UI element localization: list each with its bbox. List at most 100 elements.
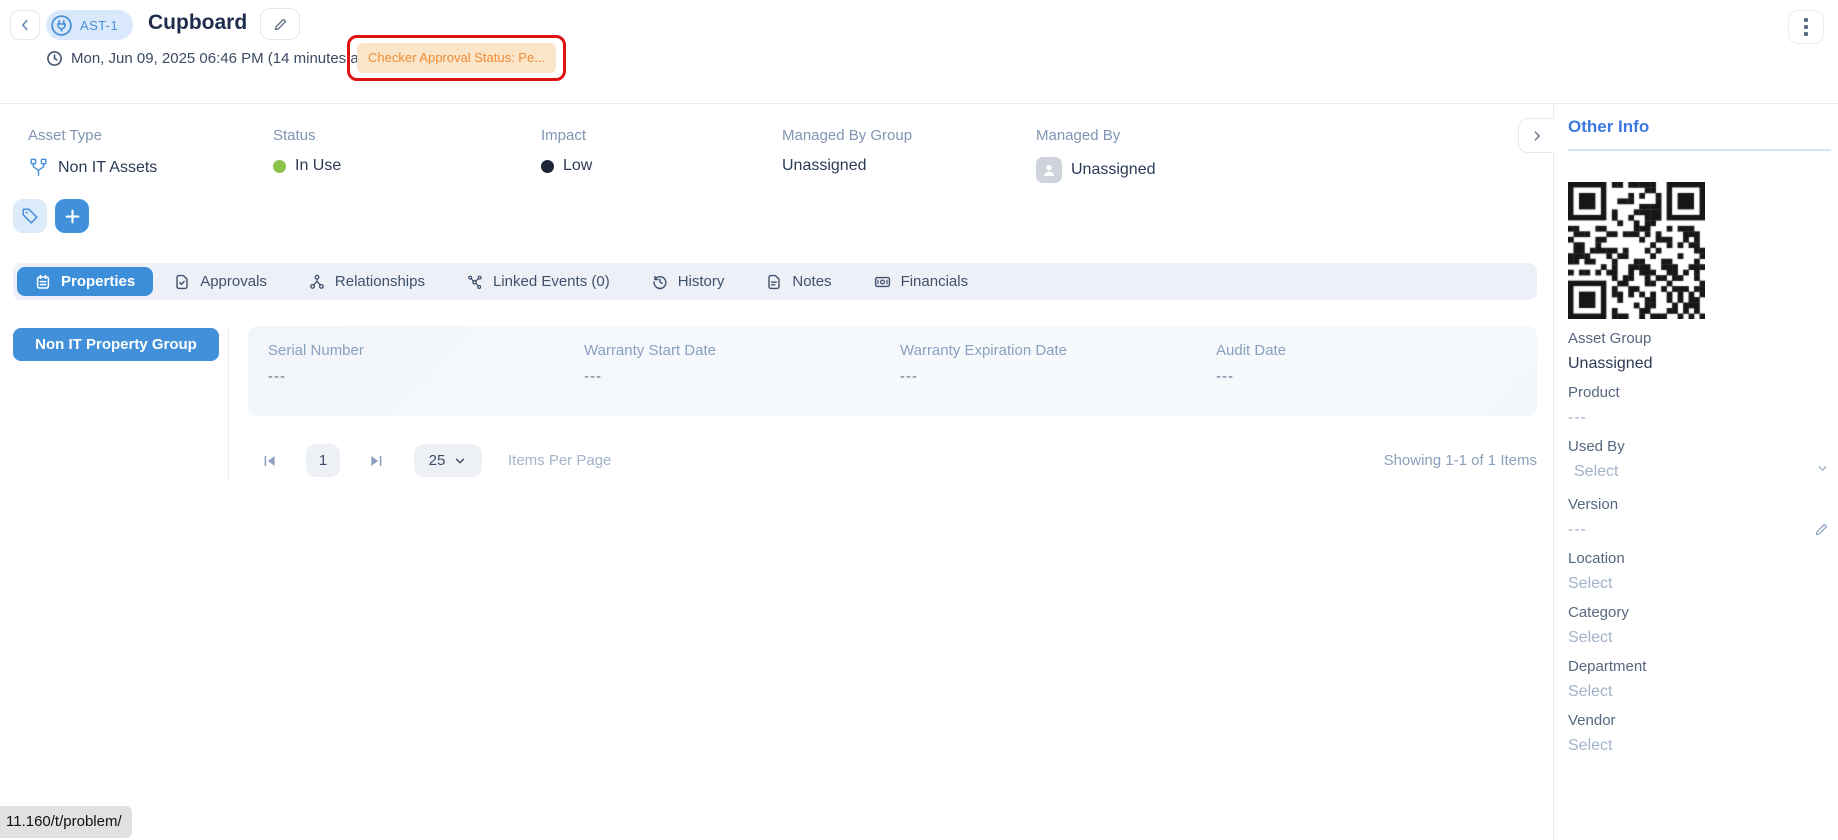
tab-label: Linked Events (0) — [493, 273, 610, 290]
chevron-down-icon — [1816, 462, 1829, 475]
status-bar-url: 11.160/t/problem/ — [0, 806, 132, 838]
add-tag-button[interactable] — [55, 199, 89, 233]
tab-label: Properties — [61, 273, 135, 290]
field-label: Managed By — [1036, 127, 1156, 144]
property-group-button[interactable]: Non IT Property Group — [13, 328, 219, 361]
field-label: Managed By Group — [782, 127, 912, 144]
property-warranty-expiration: Warranty Expiration Date --- — [900, 342, 1216, 385]
other-info-asset-group: Asset Group Unassigned — [1568, 330, 1831, 373]
field-label: Product — [1568, 384, 1831, 401]
other-info-fields: Asset Group Unassigned Product --- Used … — [1568, 330, 1831, 766]
property-value: --- — [268, 368, 584, 385]
tab-approvals[interactable]: Approvals — [153, 267, 288, 296]
field-value: Low — [563, 157, 592, 175]
asset-id-badge[interactable]: AST-1 — [46, 10, 133, 40]
property-serial-number: Serial Number --- — [268, 342, 584, 385]
field-label: Version — [1568, 496, 1831, 513]
vertical-divider — [228, 326, 229, 482]
tab-label: Notes — [792, 273, 831, 290]
property-audit-date: Audit Date --- — [1216, 342, 1532, 385]
current-page-button[interactable]: 1 — [306, 444, 340, 477]
other-info-department: Department Select — [1568, 658, 1831, 701]
location-select[interactable]: Select — [1568, 575, 1831, 593]
other-info-product: Product --- — [1568, 384, 1831, 427]
sidebar-collapse-button[interactable] — [1518, 118, 1554, 153]
tab-notes[interactable]: Notes — [745, 267, 852, 296]
field-value: Unassigned — [1071, 161, 1156, 179]
file-check-icon — [174, 274, 190, 290]
property-label: Warranty Expiration Date — [900, 342, 1216, 359]
tab-label: Financials — [901, 273, 969, 290]
vendor-select[interactable]: Select — [1568, 737, 1831, 755]
field-value: Unassigned — [782, 157, 867, 175]
department-select[interactable]: Select — [1568, 683, 1831, 701]
other-info-category: Category Select — [1568, 604, 1831, 647]
qr-code-image — [1568, 182, 1705, 319]
chevron-left-icon — [18, 18, 32, 32]
pagination-bar: 1 25 Items Per Page Showing 1-1 of 1 Ite… — [248, 444, 1537, 477]
property-value: --- — [1216, 368, 1532, 385]
timestamp-text: Mon, Jun 09, 2025 06:46 PM (14 minutes a… — [71, 50, 380, 67]
tab-properties[interactable]: Properties — [17, 267, 153, 296]
banknote-icon — [874, 274, 891, 290]
tab-relationships[interactable]: Relationships — [288, 267, 446, 296]
approval-status-badge[interactable]: Checker Approval Status: Pe... — [357, 43, 556, 73]
category-select[interactable]: Select — [1568, 629, 1831, 647]
note-icon — [766, 274, 782, 290]
back-button[interactable] — [10, 10, 40, 40]
tab-linked-events[interactable]: Linked Events (0) — [446, 267, 631, 296]
field-label: Used By — [1568, 438, 1831, 455]
field-label: Impact — [541, 127, 592, 144]
edit-title-button[interactable] — [260, 8, 300, 40]
field-value: Unassigned — [1568, 355, 1831, 373]
page-size-dropdown[interactable]: 25 — [414, 444, 482, 477]
field-label: Location — [1568, 550, 1831, 567]
first-page-button[interactable] — [260, 451, 280, 471]
field-label: Status — [273, 127, 341, 144]
field-label: Department — [1568, 658, 1831, 675]
property-warranty-start: Warranty Start Date --- — [584, 342, 900, 385]
plus-icon — [64, 208, 81, 225]
field-status: Status In Use — [273, 127, 341, 175]
tab-history[interactable]: History — [631, 267, 746, 296]
other-info-panel: Other Info Asset Group Unassigned Produc… — [1553, 104, 1838, 840]
last-page-button[interactable] — [366, 451, 386, 471]
tags-button[interactable] — [13, 199, 47, 233]
items-per-page-label: Items Per Page — [508, 452, 611, 469]
other-info-divider — [1568, 149, 1831, 151]
used-by-select[interactable]: Select — [1568, 463, 1831, 481]
property-value: --- — [584, 368, 900, 385]
property-label: Warranty Start Date — [584, 342, 900, 359]
field-value: --- — [1568, 409, 1831, 427]
tab-financials[interactable]: Financials — [853, 267, 990, 296]
other-info-location: Location Select — [1568, 550, 1831, 593]
impact-dot-icon — [541, 160, 554, 173]
other-info-version: Version --- — [1568, 496, 1831, 539]
other-info-title: Other Info — [1568, 117, 1649, 137]
tab-label: Relationships — [335, 273, 425, 290]
field-managed-by: Managed By Unassigned — [1036, 127, 1156, 183]
field-asset-type: Asset Type Non IT Assets — [28, 127, 157, 178]
avatar — [1036, 157, 1062, 183]
other-info-used-by: Used By Select — [1568, 438, 1831, 481]
asset-detail-page: AST-1 Cupboard Mon, Jun 09, 2025 06:46 P… — [0, 0, 1838, 840]
history-icon — [652, 274, 668, 290]
showing-items-label: Showing 1-1 of 1 Items — [1384, 452, 1537, 469]
other-info-vendor: Vendor Select — [1568, 712, 1831, 755]
more-options-button[interactable] — [1788, 10, 1824, 44]
field-label: Vendor — [1568, 712, 1831, 729]
property-value: --- — [900, 368, 1216, 385]
clipboard-icon — [35, 274, 51, 290]
page-size-value: 25 — [429, 452, 446, 469]
edit-version-icon[interactable] — [1814, 522, 1829, 537]
field-value: --- — [1568, 521, 1831, 539]
properties-card: Serial Number --- Warranty Start Date --… — [248, 326, 1537, 416]
network-icon — [467, 274, 483, 290]
property-label: Audit Date — [1216, 342, 1532, 359]
field-value: In Use — [295, 157, 341, 175]
field-value: Non IT Assets — [58, 159, 157, 177]
timestamp-row: Mon, Jun 09, 2025 06:46 PM (14 minutes a… — [46, 50, 393, 67]
asset-plug-icon — [50, 14, 73, 37]
nodes-icon — [309, 274, 325, 290]
property-label: Serial Number — [268, 342, 584, 359]
